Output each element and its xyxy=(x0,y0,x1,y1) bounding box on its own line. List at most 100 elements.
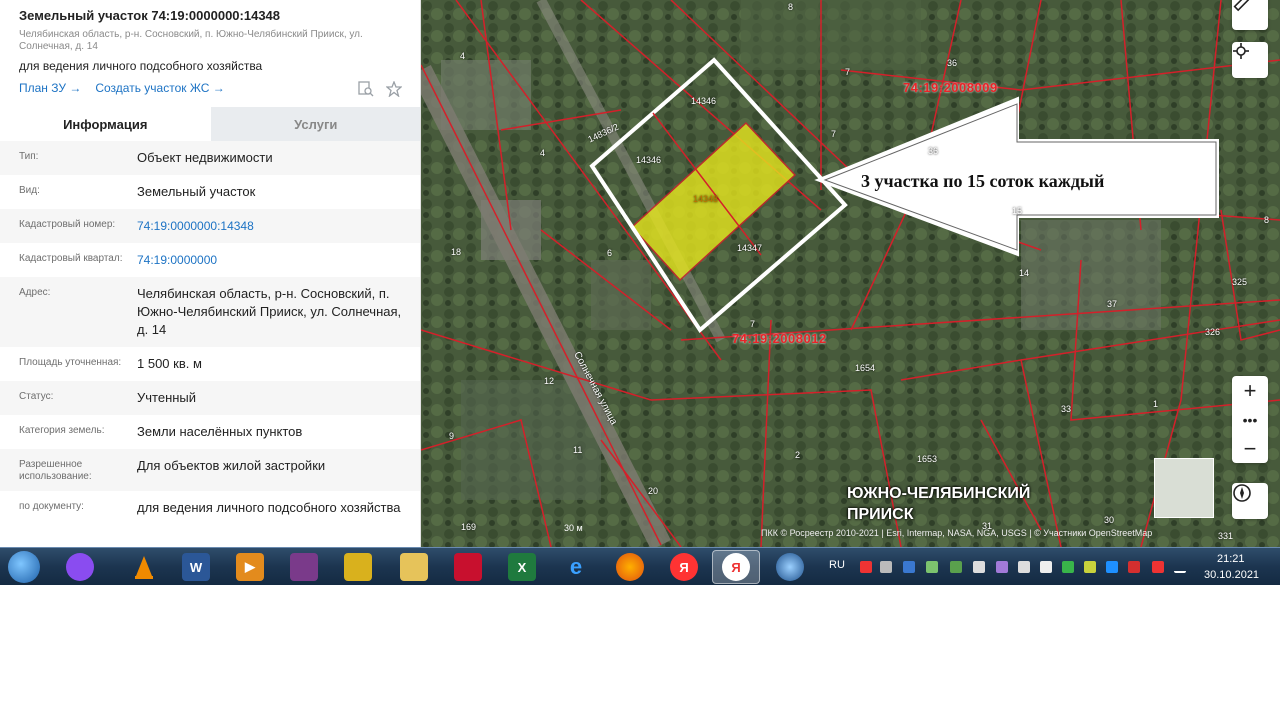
create-parcel-link[interactable]: Создать участок ЖС → xyxy=(95,81,224,95)
info-row: Тип: Объект недвижимости xyxy=(0,141,420,175)
firefox-icon[interactable] xyxy=(616,553,644,581)
taskbar: W ▶ X e Я Я RU 21:21 30.10.2021 xyxy=(0,547,1280,585)
house-number: 33 xyxy=(1061,404,1072,414)
house-number: 15 xyxy=(1012,206,1023,216)
tab-info[interactable]: Информация xyxy=(0,107,211,141)
winrar-icon[interactable] xyxy=(290,553,318,581)
tray-app-icon[interactable] xyxy=(996,561,1008,573)
vlc-icon[interactable] xyxy=(130,553,158,581)
map-attribution: ПКК © Росреестр 2010-2021 | Esri, Interm… xyxy=(761,528,1153,538)
network-icon[interactable] xyxy=(1174,561,1186,573)
ruler-button[interactable] xyxy=(1232,0,1268,30)
row-value: Учтенный xyxy=(137,390,197,405)
row-key: по документу: xyxy=(19,501,84,512)
media-player-icon[interactable]: ▶ xyxy=(236,553,264,581)
info-row: Кадастровый квартал: 74:19:0000000 xyxy=(0,243,420,277)
word-icon[interactable]: W xyxy=(182,553,210,581)
house-number: 30 xyxy=(1104,515,1115,525)
tray-app-icon[interactable] xyxy=(1152,561,1164,573)
row-value: Челябинская область, р-н. Сосновский, п.… xyxy=(137,286,402,337)
row-value: Объект недвижимости xyxy=(137,150,273,165)
zoom-controls: + ••• − xyxy=(1232,376,1268,463)
compass-button[interactable] xyxy=(1232,483,1268,519)
tray-app-icon[interactable] xyxy=(1040,561,1052,573)
clock-date[interactable]: 30.10.2021 xyxy=(1204,569,1259,581)
folder-icon[interactable] xyxy=(400,553,428,581)
info-row: Статус: Учтенный xyxy=(0,381,420,415)
app-circle-icon[interactable] xyxy=(776,553,804,581)
screen: Земельный участок 74:19:0000000:14348 Че… xyxy=(0,0,1280,719)
plan-zu-link[interactable]: План ЗУ → xyxy=(19,81,81,95)
tray-app-icon[interactable] xyxy=(1106,561,1118,573)
tray-app-icon[interactable] xyxy=(950,561,962,573)
paint-icon[interactable] xyxy=(344,553,372,581)
search-doc-icon[interactable] xyxy=(358,81,374,97)
row-key: Кадастровый номер: xyxy=(19,219,116,230)
excel-icon[interactable]: X xyxy=(508,553,536,581)
parcel-label[interactable]: 14346 xyxy=(636,155,661,165)
tray-printer-icon[interactable] xyxy=(880,561,892,573)
tab-services[interactable]: Услуги xyxy=(210,107,420,141)
row-key: Вид: xyxy=(19,185,40,196)
tray-app-icon[interactable] xyxy=(926,561,938,573)
crosshair-icon xyxy=(1233,43,1249,59)
map-canvas xyxy=(421,0,1280,547)
cadastral-quarter-link[interactable]: 74:19:0000000 xyxy=(137,251,402,269)
minimap[interactable] xyxy=(1154,458,1214,518)
tray-app-icon[interactable] xyxy=(973,561,985,573)
ie-icon[interactable]: e xyxy=(562,553,590,581)
cadastral-map[interactable]: 3 участка по 15 соток каждый 74:19:20080… xyxy=(421,0,1280,547)
house-number: 6 xyxy=(607,248,613,258)
tray-app-icon[interactable] xyxy=(1084,561,1096,573)
quarter-label: 74:19:2008012 xyxy=(732,331,827,346)
app-red-icon[interactable] xyxy=(454,553,482,581)
tray-app-icon[interactable] xyxy=(1128,561,1140,573)
cadastral-number-link[interactable]: 74:19:0000000:14348 xyxy=(137,217,402,235)
row-value: для ведения личного подсобного хозяйства xyxy=(137,500,401,515)
house-number: 1654 xyxy=(855,363,876,373)
parcel-address: Челябинская область, р-н. Сосновский, п.… xyxy=(19,29,363,52)
house-number: 12 xyxy=(544,376,555,386)
parcel-purpose: для ведения личного подсобного хозяйства xyxy=(19,59,263,73)
house-number: 20 xyxy=(648,486,659,496)
zoom-in-icon[interactable]: + xyxy=(1232,376,1268,405)
row-value: 1 500 кв. м xyxy=(137,356,202,371)
row-value: Земельный участок xyxy=(137,184,256,199)
info-row: Площадь уточненная: 1 500 кв. м xyxy=(0,347,420,381)
parcel-label[interactable]: 14348 xyxy=(693,194,718,204)
info-row: Кадастровый номер: 74:19:0000000:14348 xyxy=(0,209,420,243)
row-key: Статус: xyxy=(19,391,54,402)
house-number: 8 xyxy=(1264,215,1270,225)
info-row: Вид: Земельный участок xyxy=(0,175,420,209)
tray-app-icon[interactable] xyxy=(1062,561,1074,573)
row-value: Для объектов жилой застройки xyxy=(137,458,326,473)
house-number: 2 xyxy=(795,450,801,460)
row-key: Площадь уточненная: xyxy=(19,357,122,368)
parcel-label[interactable]: 14346 xyxy=(691,96,716,106)
locate-button[interactable] xyxy=(1232,42,1268,78)
parcel-label[interactable]: 14347 xyxy=(737,243,762,253)
more-icon[interactable]: ••• xyxy=(1232,405,1268,434)
house-number: 4 xyxy=(540,148,546,158)
house-number: 36 xyxy=(928,146,939,156)
house-number: 326 xyxy=(1205,327,1221,337)
zoom-out-icon[interactable]: − xyxy=(1232,434,1268,463)
house-number: 7 xyxy=(750,319,756,329)
info-row: Категория земель: Земли населённых пункто… xyxy=(0,415,420,449)
house-number: 169 xyxy=(461,522,477,532)
start-button[interactable] xyxy=(8,551,40,583)
tray-yandex-icon[interactable] xyxy=(860,561,872,573)
row-key: Адрес: xyxy=(19,287,51,298)
panel-tabs: Информация Услуги xyxy=(0,107,420,141)
house-number: 14 xyxy=(1019,268,1030,278)
star-icon[interactable] xyxy=(385,80,403,98)
yandex-icon[interactable]: Я xyxy=(670,553,698,581)
info-rows: Тип: Объект недвижимости Вид: Земельный уч… xyxy=(0,141,420,525)
place-name-line: ЮЖНО-ЧЕЛЯБИНСКИЙ xyxy=(847,485,1031,502)
volume-icon[interactable] xyxy=(1018,561,1030,573)
alice-icon[interactable] xyxy=(66,553,94,581)
bluetooth-icon[interactable] xyxy=(903,561,915,573)
yandex-browser-icon[interactable]: Я xyxy=(722,553,750,581)
clock-time[interactable]: 21:21 xyxy=(1217,553,1245,565)
language-indicator[interactable]: RU xyxy=(829,559,845,571)
